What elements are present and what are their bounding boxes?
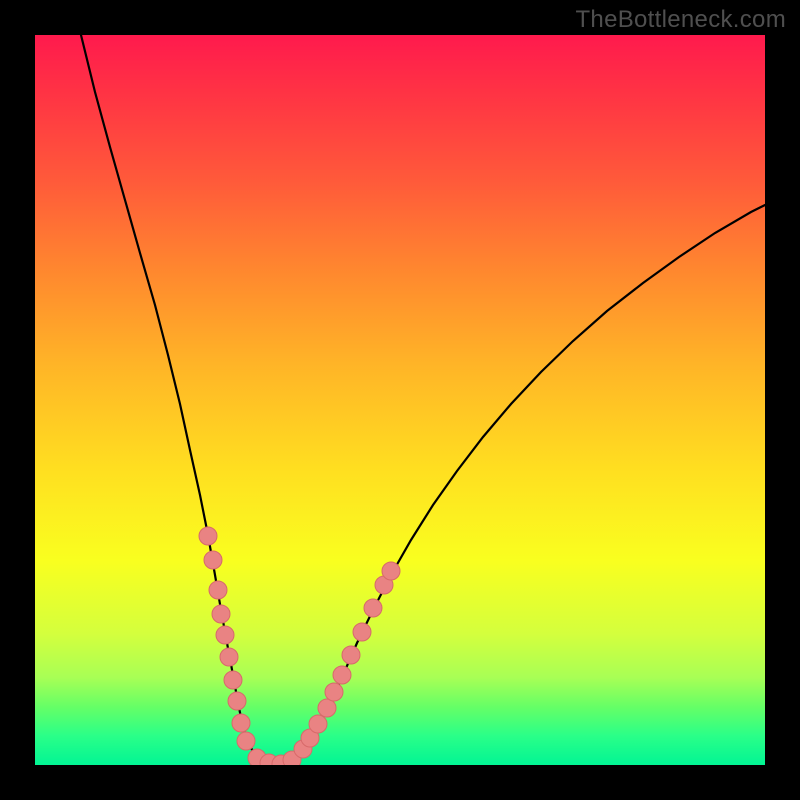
data-marker <box>199 527 217 545</box>
data-markers-group <box>199 527 400 765</box>
data-marker <box>237 732 255 750</box>
data-marker <box>309 715 327 733</box>
watermark-label: TheBottleneck.com <box>575 6 786 34</box>
chart-plot-area <box>35 35 765 765</box>
data-marker <box>212 605 230 623</box>
data-marker <box>224 671 242 689</box>
data-marker <box>353 623 371 641</box>
chart-svg <box>35 35 765 765</box>
data-marker <box>325 683 343 701</box>
curve-right-branch <box>277 205 765 765</box>
data-marker <box>342 646 360 664</box>
data-marker <box>204 551 222 569</box>
data-marker <box>209 581 227 599</box>
data-marker <box>364 599 382 617</box>
data-marker <box>382 562 400 580</box>
data-marker <box>228 692 246 710</box>
data-marker <box>318 699 336 717</box>
data-marker <box>220 648 238 666</box>
data-marker <box>232 714 250 732</box>
curve-left-branch <box>81 35 277 765</box>
data-marker <box>333 666 351 684</box>
data-marker <box>216 626 234 644</box>
chart-frame: TheBottleneck.com <box>0 0 800 800</box>
